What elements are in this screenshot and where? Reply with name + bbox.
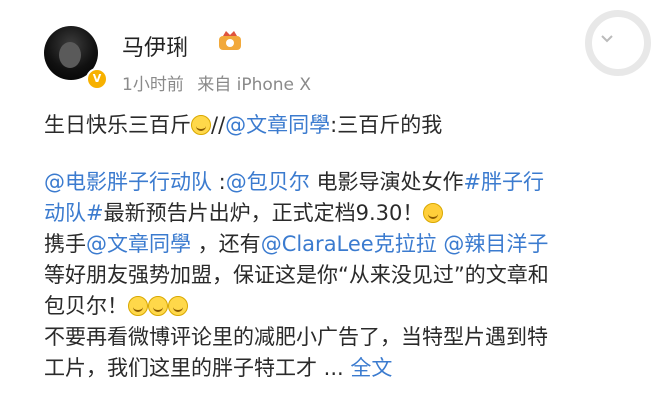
mention-link[interactable]: @文章同學 xyxy=(86,232,191,256)
chevron-down-icon xyxy=(601,35,613,43)
mention-link[interactable]: @电影胖子行动队 xyxy=(44,170,212,194)
paragraph-line: 等好朋友强势加盟，保证这是你“从来没见过”的文章和 xyxy=(44,263,549,287)
paragraph-line: 动队#最新预告片出炉，正式定档9.30！ xyxy=(44,198,644,229)
post-header: V 马伊琍 1小时前 来自 iPhone X xyxy=(0,0,653,95)
laugh-emoji-icon xyxy=(128,296,148,316)
mention-link[interactable]: @文章同學 xyxy=(225,113,330,137)
laugh-emoji-icon xyxy=(148,296,168,316)
repost-line: 生日快乐三百斤//@文章同學:三百斤的我 xyxy=(44,113,443,137)
full-text-link[interactable]: 全文 xyxy=(350,356,392,380)
laugh-emoji-icon xyxy=(191,115,211,135)
post-menu-button[interactable] xyxy=(585,10,651,76)
post-content: 生日快乐三百斤//@文章同學:三百斤的我 @电影胖子行动队 :@包贝尔 电影导演… xyxy=(44,110,644,384)
paragraph-line: 携手@文章同學 ，还有@ClaraLee克拉拉 @辣目洋子 xyxy=(44,232,549,256)
user-name[interactable]: 马伊琍 xyxy=(122,30,188,62)
paragraph-line: @电影胖子行动队 :@包贝尔 电影导演处女作#胖子行 xyxy=(44,170,545,194)
mention-link[interactable]: @辣目洋子 xyxy=(443,232,548,256)
topic-link[interactable]: #胖子行 xyxy=(463,170,544,194)
verified-badge-icon: V xyxy=(86,68,108,90)
post-meta: 1小时前 来自 iPhone X xyxy=(122,70,319,95)
topic-link[interactable]: 动队# xyxy=(44,201,104,225)
paragraph-line: 不要再看微博评论里的减肥小广告了，当特型片遇到特 xyxy=(44,325,548,349)
post-time: 1小时前 xyxy=(122,75,184,95)
shy-emoji-icon xyxy=(423,203,444,223)
paragraph-line: 包贝尔！ xyxy=(44,291,644,322)
mention-link[interactable]: @包贝尔 xyxy=(226,170,310,194)
mention-link[interactable]: @ClaraLee克拉拉 xyxy=(261,232,437,256)
post-source: 来自 iPhone X xyxy=(197,75,312,95)
laugh-emoji-icon xyxy=(168,296,188,316)
member-crown-icon xyxy=(219,31,241,50)
paragraph-line: 工片，我们这里的胖子特工才 ... 全文 xyxy=(44,356,393,380)
